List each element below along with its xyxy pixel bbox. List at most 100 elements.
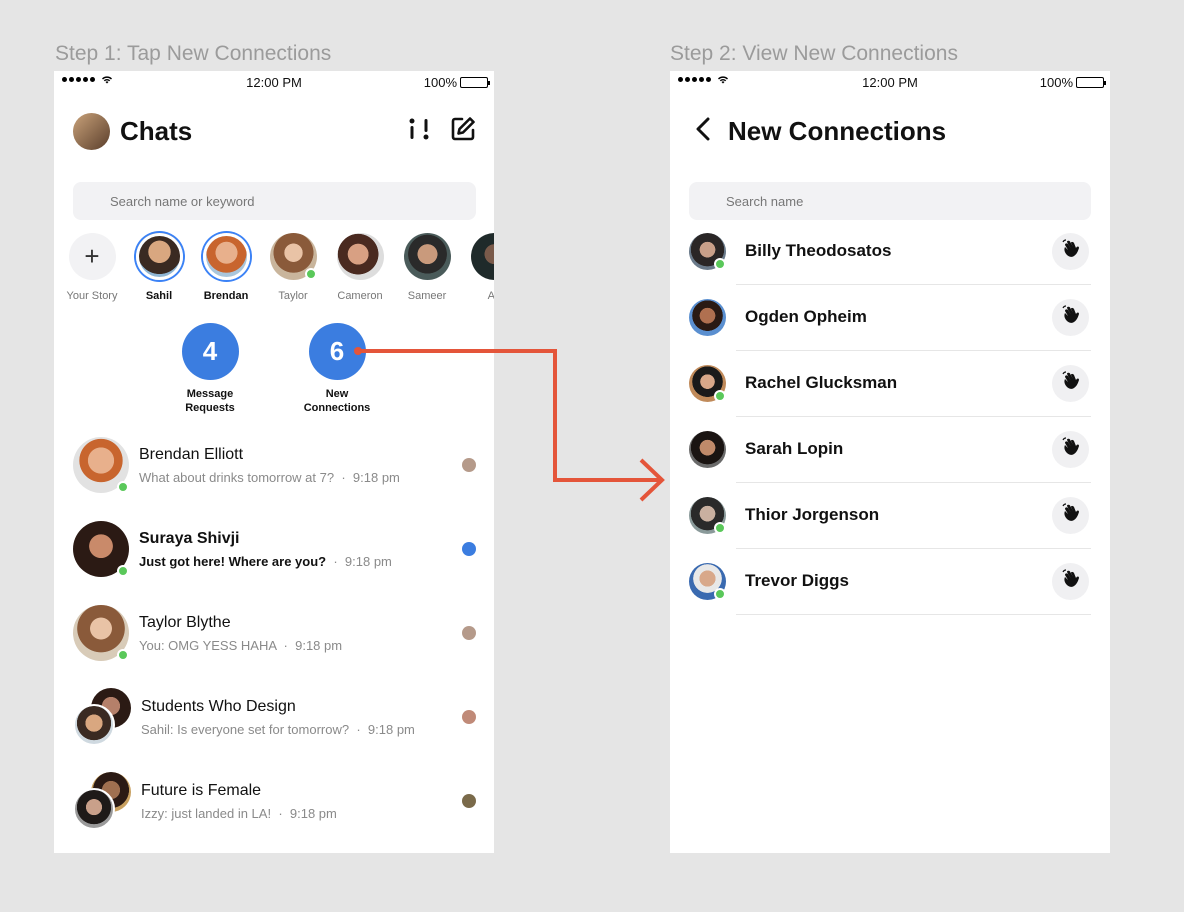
avatar [689, 365, 726, 402]
wave-button[interactable] [1052, 497, 1089, 534]
connection-name: Billy Theodosatos [745, 241, 892, 260]
new-connections-count: 6 [308, 323, 366, 380]
stories-row: + Your Story Sahil Brendan Taylor Camero… [67, 233, 494, 302]
story-name: Sahil [145, 290, 173, 302]
battery-indicator: 100% [1039, 75, 1106, 90]
wave-button[interactable] [1052, 365, 1089, 402]
profile-avatar[interactable] [73, 112, 110, 150]
page-title: Chats [120, 115, 193, 146]
avatar [689, 497, 726, 534]
chat-name: Students Who Design [141, 697, 296, 715]
story-cameron[interactable]: Cameron [336, 233, 384, 302]
status-bar: 12:00 PM 100% [670, 71, 1110, 95]
chat-name: Future is Female [141, 781, 262, 799]
story-sameer[interactable]: Sameer [403, 233, 451, 302]
wave-button[interactable] [1052, 233, 1089, 270]
avatar [403, 233, 451, 280]
online-indicator [117, 565, 129, 577]
read-receipt-avatar [462, 794, 476, 808]
chats-header: Chats [73, 112, 476, 150]
group-avatar [73, 688, 131, 746]
message-requests-count: 4 [181, 323, 239, 380]
online-indicator [117, 649, 129, 661]
online-indicator [714, 522, 726, 534]
wave-button[interactable] [1052, 431, 1089, 468]
avatar [135, 233, 183, 280]
avatar [336, 233, 384, 280]
story-name: Taylor [278, 290, 308, 302]
chat-preview: Izzy: just landed in LA! · 9:18 pm [141, 805, 337, 821]
connection-name: Ogden Opheim [745, 307, 867, 326]
connection-name: Sarah Lopin [745, 439, 844, 458]
wave-button[interactable] [1052, 563, 1089, 600]
chat-row[interactable]: Brendan Elliott What about drinks tomorr… [73, 435, 476, 495]
connection-name: Rachel Glucksman [745, 373, 898, 392]
battery-indicator: 100% [423, 75, 490, 90]
status-bar: 12:00 PM 100% [54, 71, 494, 95]
avatar [202, 233, 250, 280]
online-indicator [714, 258, 726, 270]
new-connections-button[interactable]: 6 New Connections [287, 323, 387, 415]
phone-chats-screen: 12:00 PM 100% Chats Search name or keywo… [54, 71, 494, 853]
avatar [689, 563, 726, 600]
story-your-story[interactable]: + Your Story [67, 233, 117, 302]
wave-hand-icon [1061, 371, 1081, 396]
search-input[interactable]: Search name [689, 182, 1091, 220]
avatar [269, 233, 317, 280]
chat-name: Brendan Elliott [139, 445, 244, 463]
chat-name: Taylor Blythe [139, 613, 231, 631]
story-partial[interactable]: As [470, 233, 494, 302]
connection-row[interactable]: Sarah Lopin [689, 417, 1091, 483]
avatar [470, 233, 494, 280]
connection-row[interactable]: Thior Jorgenson [689, 483, 1091, 549]
story-name: As [487, 290, 494, 302]
story-brendan[interactable]: Brendan [202, 233, 250, 302]
battery-icon [460, 77, 490, 88]
unread-dot [462, 542, 476, 556]
connection-row[interactable]: Ogden Opheim [689, 285, 1091, 351]
compose-icon[interactable] [450, 116, 476, 147]
avatar [73, 437, 129, 493]
read-receipt-avatar [462, 710, 476, 724]
battery-percent: 100% [1039, 75, 1073, 90]
search-input[interactable]: Search name or keyword [73, 182, 476, 220]
avatar [689, 431, 726, 468]
story-sahil[interactable]: Sahil [135, 233, 183, 302]
group-avatar [73, 772, 131, 830]
chat-row[interactable]: Suraya Shivji Just got here! Where are y… [73, 519, 476, 579]
online-indicator [714, 588, 726, 600]
connection-row[interactable]: Billy Theodosatos [689, 219, 1091, 285]
message-requests-button[interactable]: 4 Message Requests [160, 323, 260, 415]
message-requests-label: Message Requests [185, 388, 235, 414]
step-1-title: Step 1: Tap New Connections [55, 42, 332, 65]
chat-preview: You: OMG YESS HAHA · 9:18 pm [139, 637, 343, 653]
battery-percent: 100% [423, 75, 457, 90]
avatar [689, 233, 726, 270]
avatar [73, 605, 129, 661]
wave-button[interactable] [1052, 299, 1089, 336]
back-chevron-icon[interactable] [694, 116, 712, 147]
chat-row[interactable]: Taylor Blythe You: OMG YESS HAHA · 9:18 … [73, 603, 476, 663]
filter-icon[interactable] [408, 117, 430, 146]
avatar [73, 521, 129, 577]
page-title: New Connections [728, 115, 947, 146]
wave-hand-icon [1061, 569, 1081, 594]
step-2-title: Step 2: View New Connections [670, 42, 958, 65]
online-indicator [304, 268, 317, 280]
connection-row[interactable]: Rachel Glucksman [689, 351, 1091, 417]
connection-name: Thior Jorgenson [745, 505, 880, 524]
add-icon[interactable]: + [68, 233, 116, 280]
online-indicator [117, 481, 129, 493]
connection-row[interactable]: Trevor Diggs [689, 549, 1091, 615]
chat-row[interactable]: Future is Female Izzy: just landed in LA… [73, 771, 476, 831]
chat-preview: What about drinks tomorrow at 7? · 9:18 … [139, 469, 400, 485]
chat-preview: Sahil: Is everyone set for tomorrow? · 9… [141, 721, 415, 737]
chat-row[interactable]: Students Who Design Sahil: Is everyone s… [73, 687, 476, 747]
read-receipt-avatar [462, 626, 476, 640]
connection-name: Trevor Diggs [745, 571, 849, 590]
chat-name: Suraya Shivji [139, 529, 240, 547]
new-connections-header: New Connections [694, 112, 946, 150]
new-connections-label: New Connections [303, 388, 371, 414]
wave-hand-icon [1061, 503, 1081, 528]
story-taylor[interactable]: Taylor [269, 233, 317, 302]
